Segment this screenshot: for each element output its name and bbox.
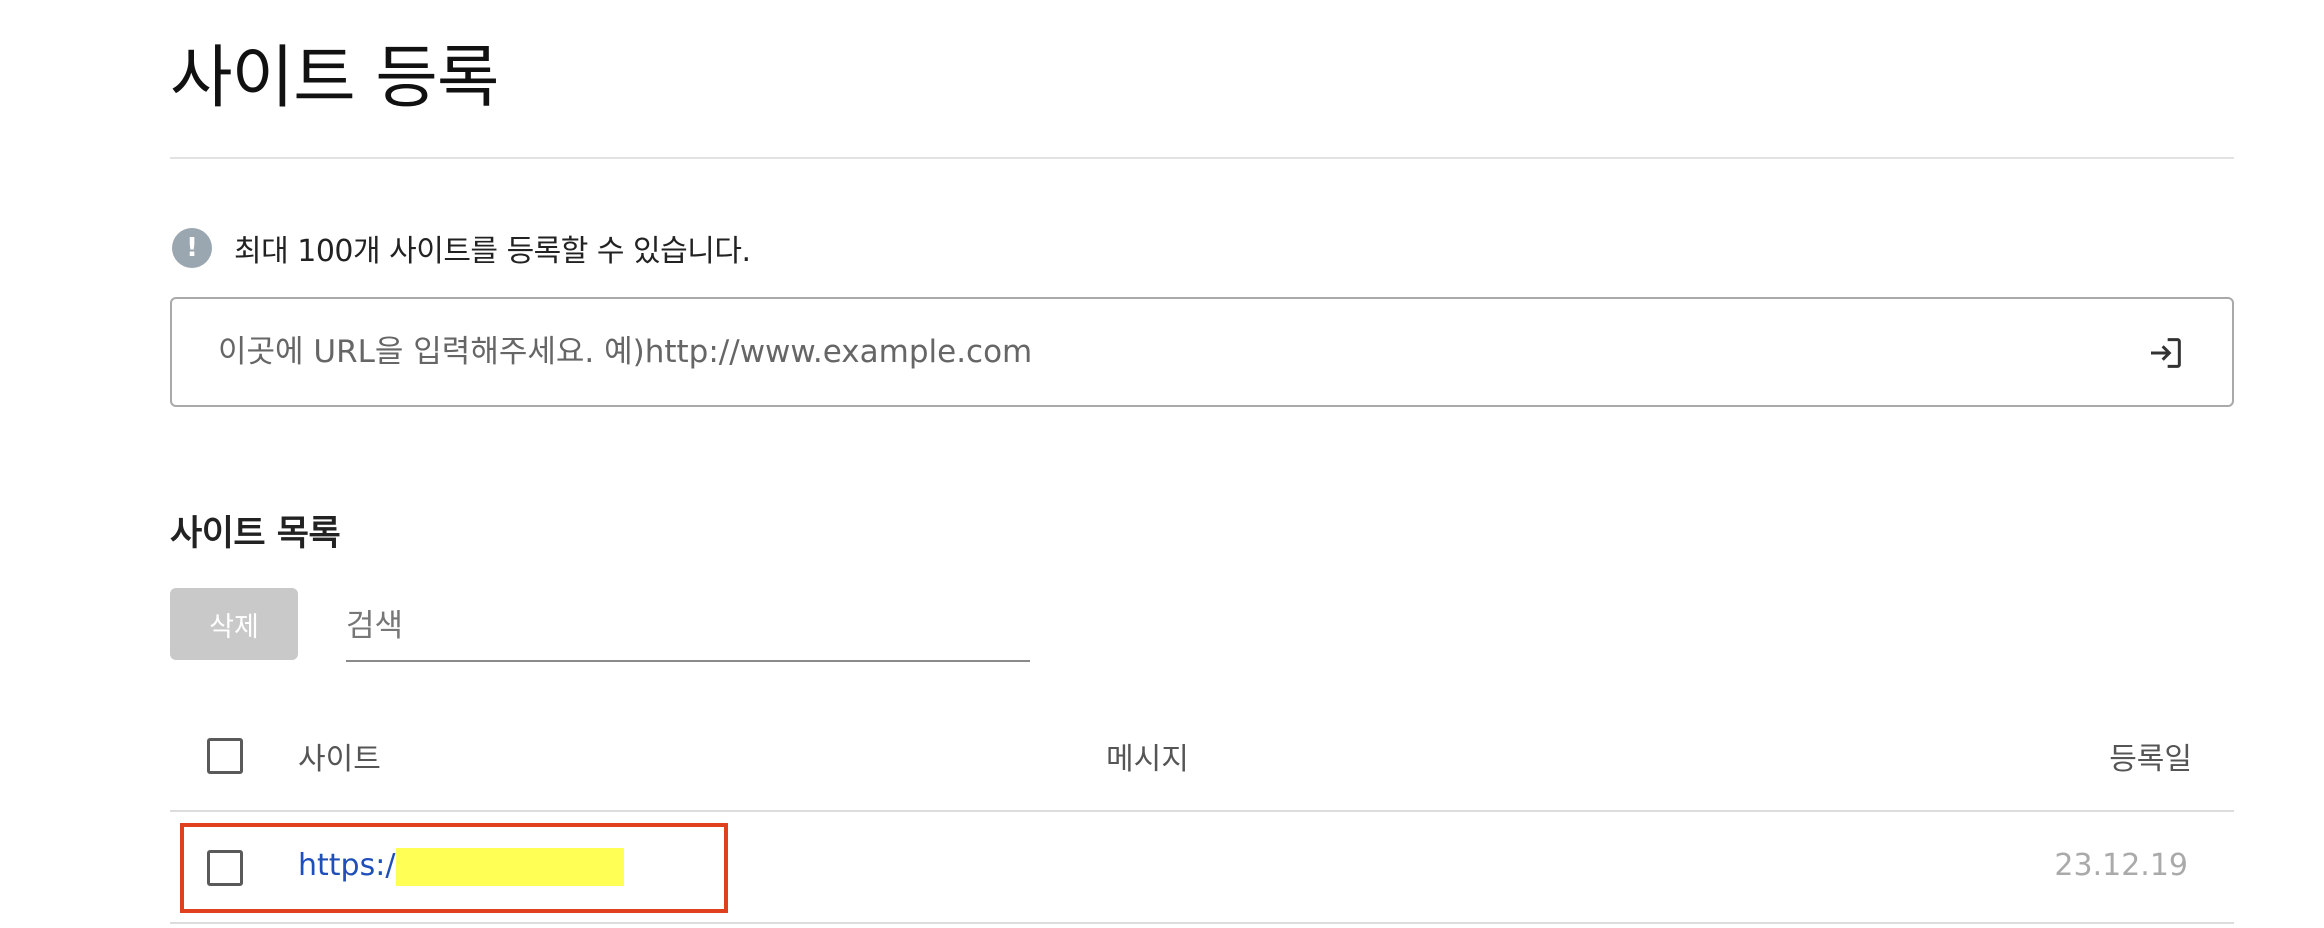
highlight-annotation <box>180 823 728 913</box>
notice-text: 최대 100개 사이트를 등록할 수 있습니다. <box>234 234 751 269</box>
enter-arrow-icon[interactable] <box>2146 333 2186 373</box>
page-title: 사이트 등록 <box>170 39 499 118</box>
search-input[interactable] <box>346 592 1030 660</box>
site-list-title: 사이트 목록 <box>170 514 341 554</box>
search-field <box>346 592 1030 662</box>
select-all-checkbox[interactable] <box>207 738 243 774</box>
table-header: 사이트 메시지 등록일 <box>170 712 2234 812</box>
url-input-box <box>170 297 2234 407</box>
column-header-message: 메시지 <box>1106 742 1189 777</box>
exclamation-icon: ! <box>172 228 212 268</box>
notice: ! 최대 100개 사이트를 등록할 수 있습니다. <box>172 227 751 269</box>
column-header-site: 사이트 <box>298 742 381 777</box>
url-input[interactable] <box>218 321 2098 383</box>
column-header-date: 등록일 <box>2109 742 2192 777</box>
delete-button[interactable]: 삭제 <box>170 588 298 660</box>
title-divider <box>170 157 2234 159</box>
row-date: 23.12.19 <box>2054 848 2188 883</box>
site-registration-page: 사이트 등록 ! 최대 100개 사이트를 등록할 수 있습니다. 사이트 목록… <box>0 0 2324 928</box>
